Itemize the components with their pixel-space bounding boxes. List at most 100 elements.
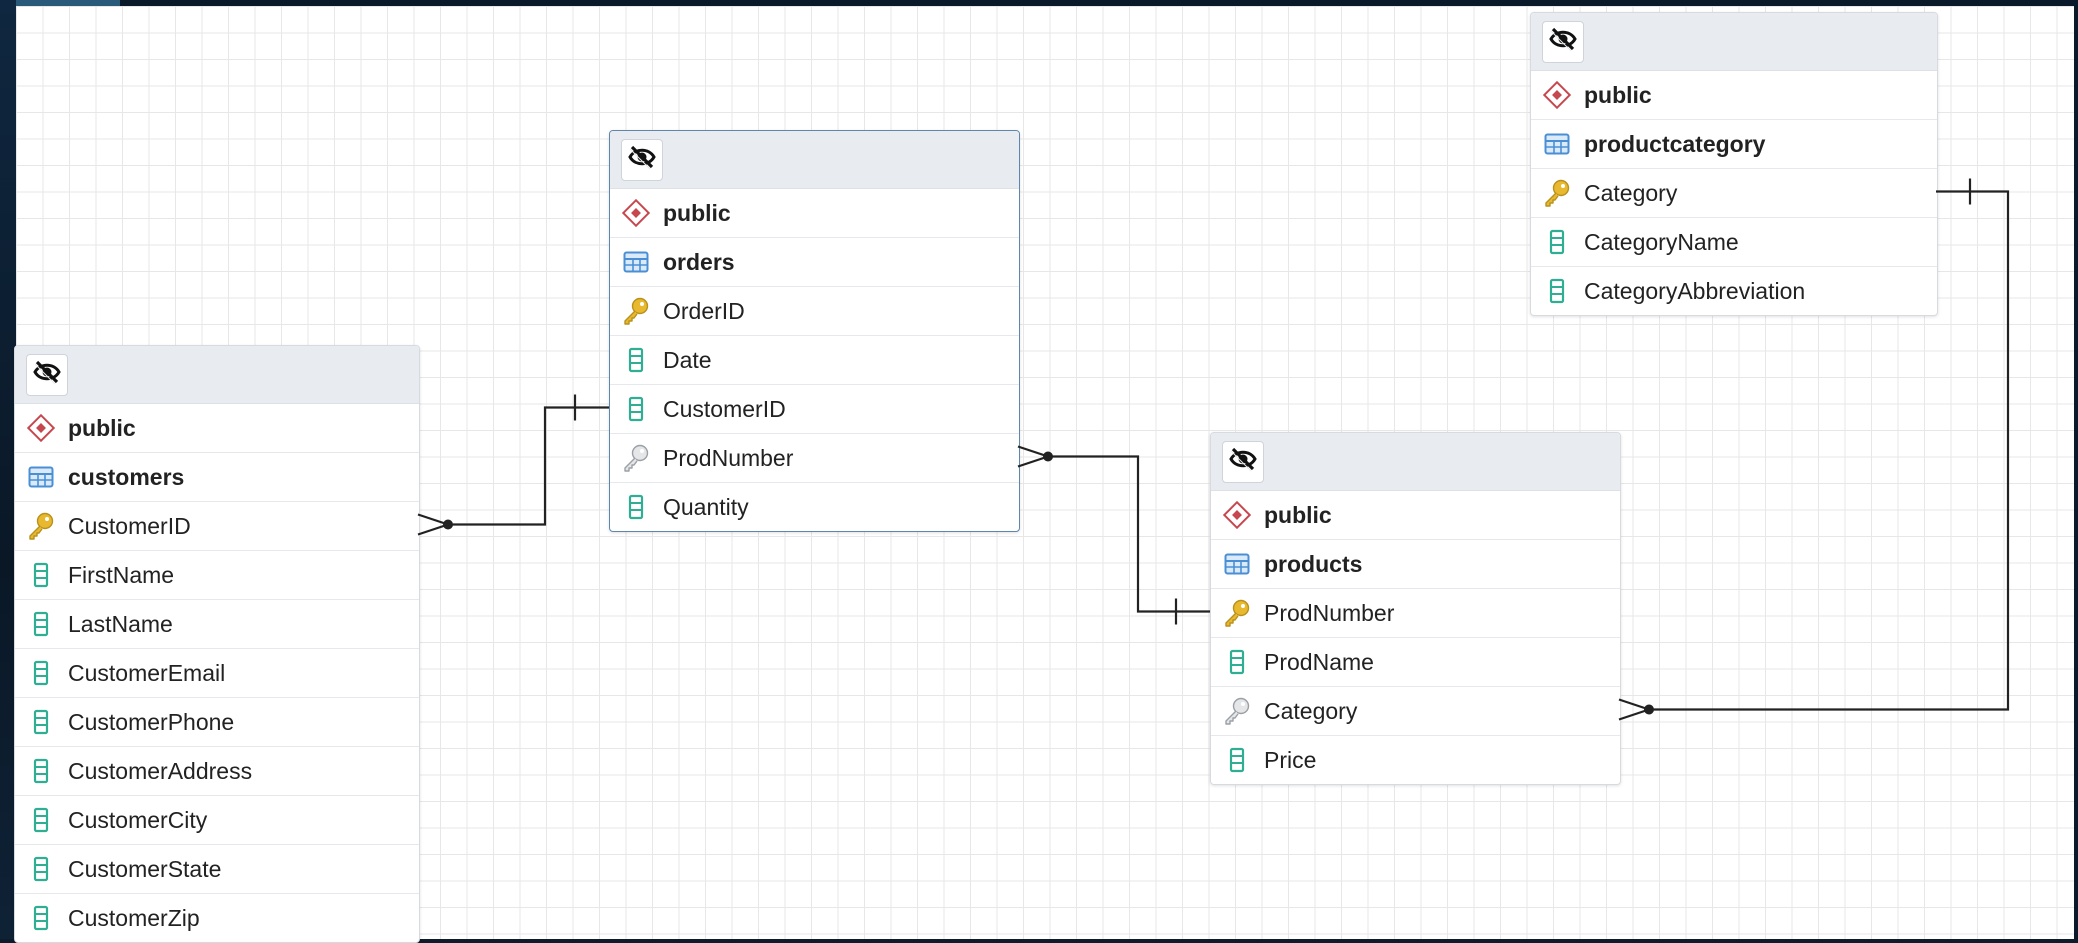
column-row[interactable]: CustomerPhone — [15, 698, 419, 747]
column-row[interactable]: LastName — [15, 600, 419, 649]
column-row-label: FirstName — [68, 561, 175, 588]
column-row-label: ProdName — [1264, 648, 1374, 675]
column-icon — [26, 658, 56, 688]
column-row-label: CustomerEmail — [68, 659, 226, 686]
column-row-label: LastName — [68, 610, 173, 637]
column-icon — [1542, 276, 1572, 306]
column-row-label: ProdNumber — [1264, 599, 1395, 626]
column-row-label: CategoryName — [1584, 228, 1739, 255]
column-icon — [26, 903, 56, 933]
column-icon — [26, 560, 56, 590]
column-row-label: CustomerID — [68, 512, 191, 539]
column-row-label: ProdNumber — [663, 444, 794, 471]
toggle-details-button[interactable] — [26, 353, 68, 396]
column-row[interactable]: Quantity — [610, 483, 1019, 531]
column-row-label: Quantity — [663, 493, 749, 520]
column-row[interactable]: CustomerCity — [15, 796, 419, 845]
table-name-row-label: orders — [663, 248, 735, 275]
eye-slash-icon — [1549, 26, 1577, 57]
column-icon — [26, 707, 56, 737]
column-row-label: Category — [1264, 697, 1358, 724]
node-header[interactable] — [1531, 13, 1937, 71]
column-row[interactable]: FirstName — [15, 551, 419, 600]
column-row-label: CustomerCity — [68, 806, 208, 833]
column-row[interactable]: Price — [1211, 736, 1620, 784]
column-icon — [26, 609, 56, 639]
column-row[interactable]: Category — [1531, 169, 1937, 218]
column-row-label: Date — [663, 346, 712, 373]
column-row[interactable]: CustomerID — [15, 502, 419, 551]
toggle-details-button[interactable] — [621, 138, 663, 181]
table-grid-icon — [26, 462, 56, 492]
schema-row-label: public — [68, 414, 136, 441]
column-icon — [1222, 647, 1252, 677]
table-name-row[interactable]: customers — [15, 453, 419, 502]
column-row-label: CustomerZip — [68, 904, 200, 931]
column-row[interactable]: ProdName — [1211, 638, 1620, 687]
schema-diamond-icon — [1542, 80, 1572, 110]
window-right-border — [2074, 0, 2078, 939]
column-icon — [26, 805, 56, 835]
column-row-label: Category — [1584, 179, 1678, 206]
table-grid-icon — [1542, 129, 1572, 159]
schema-row-label: public — [1264, 501, 1332, 528]
column-row[interactable]: CategoryName — [1531, 218, 1937, 267]
toggle-details-button[interactable] — [1222, 440, 1264, 483]
table-name-row[interactable]: productcategory — [1531, 120, 1937, 169]
column-row-label: Price — [1264, 746, 1317, 773]
column-icon — [1222, 745, 1252, 775]
column-row[interactable]: Date — [610, 336, 1019, 385]
primary-key-icon — [1222, 598, 1252, 628]
table-name-row[interactable]: orders — [610, 238, 1019, 287]
schema-row[interactable]: public — [610, 189, 1019, 238]
table-node-customers[interactable]: public customers CustomerID FirstName LastNa… — [14, 345, 420, 943]
column-icon — [621, 492, 651, 522]
column-row[interactable]: CategoryAbbreviation — [1531, 267, 1937, 315]
column-row[interactable]: CustomerAddress — [15, 747, 419, 796]
table-name-row-label: customers — [68, 463, 185, 490]
foreign-key-icon — [621, 443, 651, 473]
column-row-label: OrderID — [663, 297, 745, 324]
schema-row[interactable]: public — [1531, 71, 1937, 120]
schema-row-label: public — [663, 199, 731, 226]
column-row-label: CustomerPhone — [68, 708, 235, 735]
table-grid-icon — [1222, 549, 1252, 579]
column-icon — [26, 756, 56, 786]
column-icon — [621, 394, 651, 424]
column-row-label: CustomerState — [68, 855, 222, 882]
column-row[interactable]: Category — [1211, 687, 1620, 736]
table-grid-icon — [621, 247, 651, 277]
column-row[interactable]: CustomerEmail — [15, 649, 419, 698]
table-node-products[interactable]: public products ProdNumber ProdName Category… — [1210, 432, 1621, 785]
primary-key-icon — [26, 511, 56, 541]
table-node-productcategory[interactable]: public productcategory Category CategoryNam… — [1530, 12, 1938, 316]
eye-slash-icon — [33, 359, 61, 390]
column-row-label: CategoryAbbreviation — [1584, 277, 1806, 304]
schema-diamond-icon — [621, 198, 651, 228]
column-icon — [26, 854, 56, 884]
node-header[interactable] — [610, 131, 1019, 189]
column-row[interactable]: CustomerState — [15, 845, 419, 894]
eye-slash-icon — [628, 144, 656, 175]
schema-row[interactable]: public — [15, 404, 419, 453]
eye-slash-icon — [1229, 446, 1257, 477]
column-row-label: CustomerAddress — [68, 757, 253, 784]
table-node-orders[interactable]: public orders OrderID Date CustomerID ProdNum… — [609, 130, 1020, 532]
column-row[interactable]: ProdNumber — [610, 434, 1019, 483]
schema-diamond-icon — [26, 413, 56, 443]
column-row[interactable]: ProdNumber — [1211, 589, 1620, 638]
primary-key-icon — [621, 296, 651, 326]
table-name-row[interactable]: products — [1211, 540, 1620, 589]
node-header[interactable] — [1211, 433, 1620, 491]
schema-row-label: public — [1584, 81, 1652, 108]
column-row[interactable]: OrderID — [610, 287, 1019, 336]
primary-key-icon — [1542, 178, 1572, 208]
schema-row[interactable]: public — [1211, 491, 1620, 540]
column-row-label: CustomerID — [663, 395, 786, 422]
table-name-row-label: productcategory — [1584, 130, 1766, 157]
foreign-key-icon — [1222, 696, 1252, 726]
toggle-details-button[interactable] — [1542, 20, 1584, 63]
node-header[interactable] — [15, 346, 419, 404]
column-row[interactable]: CustomerZip — [15, 894, 419, 942]
column-row[interactable]: CustomerID — [610, 385, 1019, 434]
